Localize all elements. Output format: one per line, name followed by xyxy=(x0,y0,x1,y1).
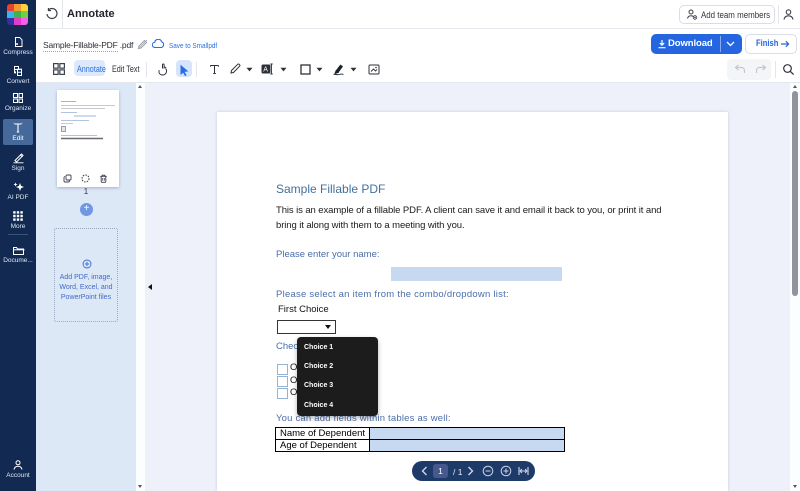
svg-text:A: A xyxy=(263,67,268,74)
